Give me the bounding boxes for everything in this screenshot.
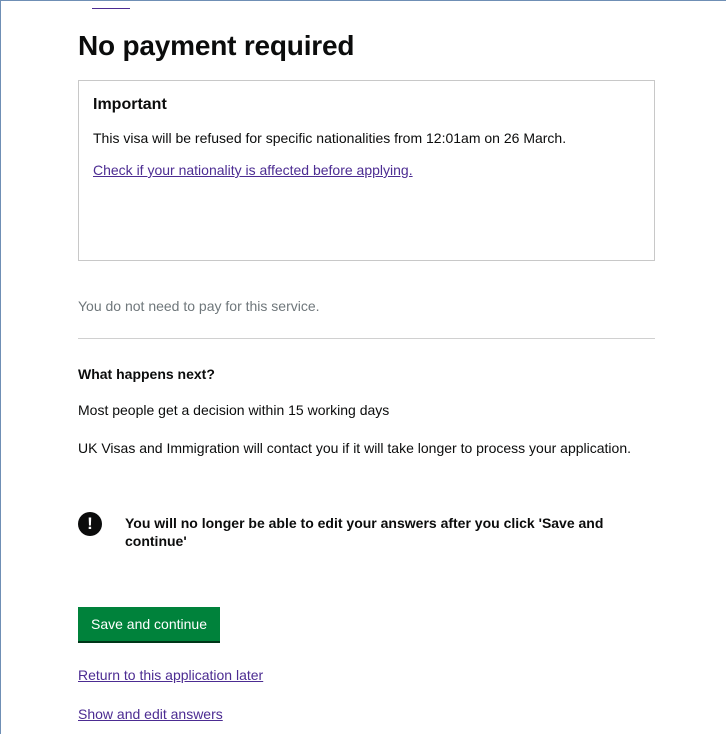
page-title: No payment required: [78, 30, 355, 61]
back-link[interactable]: [92, 0, 130, 9]
contact-info-text: UK Visas and Immigration will contact yo…: [78, 440, 631, 456]
what-happens-next-heading: What happens next?: [78, 366, 215, 382]
important-notice: Important This visa will be refused for …: [78, 80, 655, 261]
section-divider: [78, 338, 655, 339]
exclamation-icon: !: [78, 512, 102, 536]
no-payment-text: You do not need to pay for this service.: [78, 298, 320, 314]
show-edit-answers-link[interactable]: Show and edit answers: [78, 705, 223, 723]
save-and-continue-button[interactable]: Save and continue: [78, 607, 220, 641]
notice-text: This visa will be refused for specific n…: [93, 130, 567, 146]
decision-time-text: Most people get a decision within 15 wor…: [78, 402, 390, 418]
notice-heading: Important: [93, 96, 167, 113]
nationality-check-link[interactable]: Check if your nationality is affected be…: [93, 161, 413, 179]
return-later-link[interactable]: Return to this application later: [78, 666, 263, 684]
warning-text: You will no longer be able to edit your …: [125, 515, 604, 549]
